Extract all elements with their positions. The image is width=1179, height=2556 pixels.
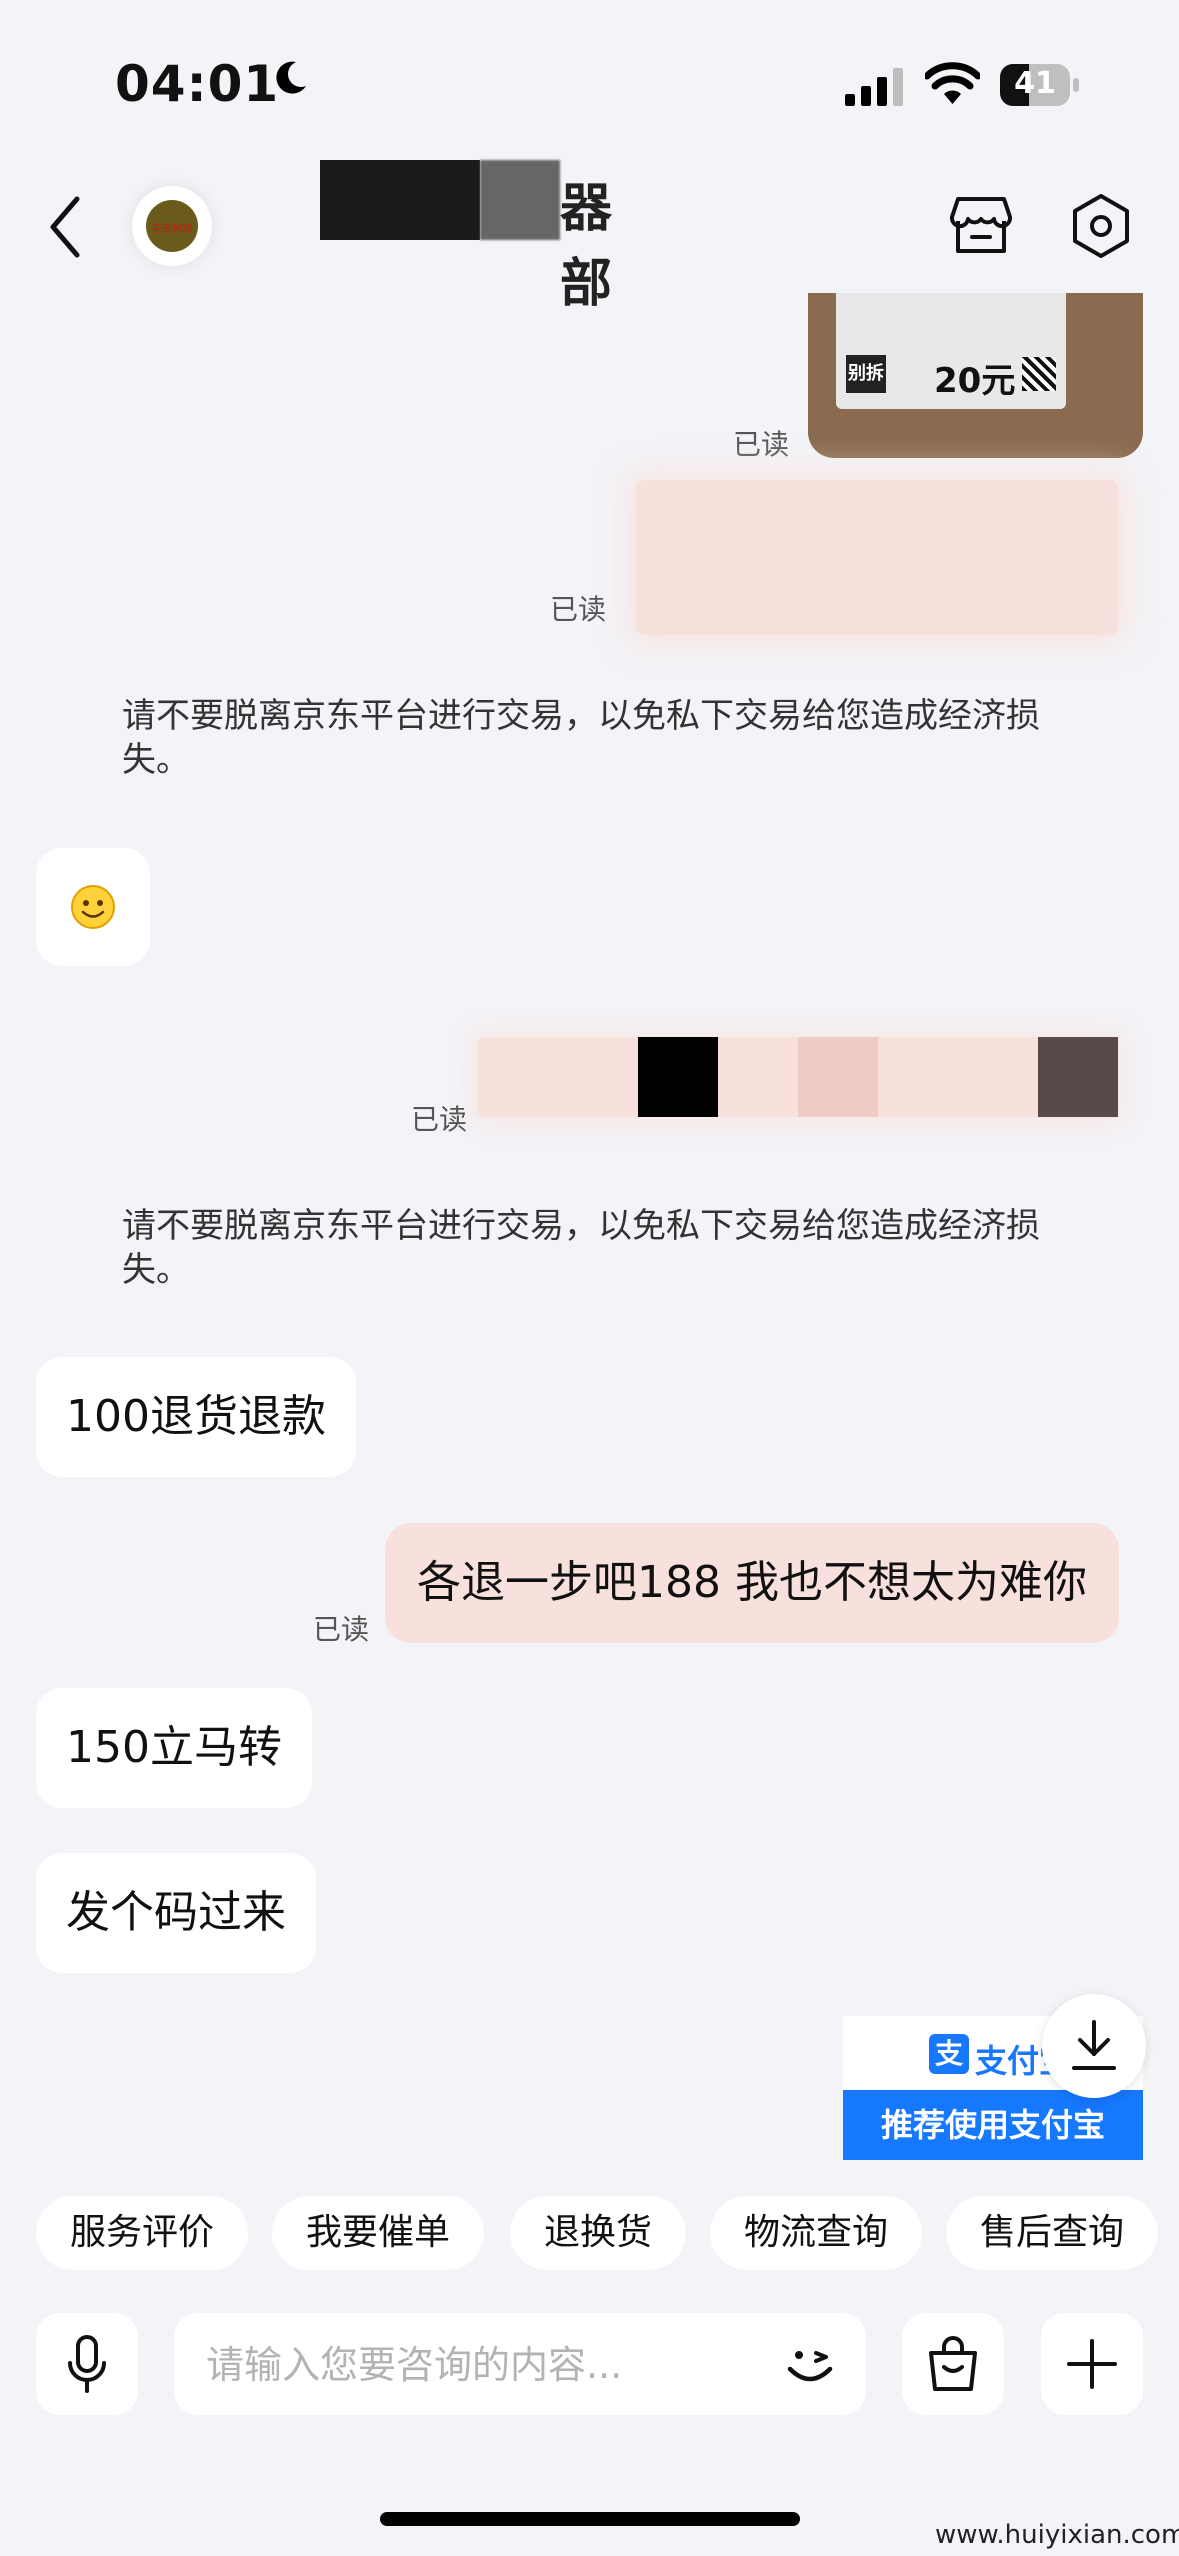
chip-urge-order[interactable]: 我要催单 (272, 2196, 484, 2270)
battery-indicator: 41 (1000, 64, 1080, 106)
chip-return-exchange[interactable]: 退换货 (510, 2196, 686, 2270)
chip-logistics[interactable]: 物流查询 (710, 2196, 922, 2270)
cellular-signal-icon (845, 68, 903, 106)
incoming-message: 发个码过来 (36, 1853, 316, 1973)
message-input[interactable] (204, 2313, 748, 2417)
chip-after-sales[interactable]: 售后查询 (946, 2196, 1158, 2270)
redaction-block (320, 160, 480, 240)
image-message[interactable]: 别拆 20元 (808, 293, 1143, 458)
wink-face-icon[interactable] (782, 2337, 838, 2393)
download-button[interactable] (1042, 1994, 1146, 2098)
shopping-bag-icon (929, 2336, 977, 2391)
download-icon (1072, 2020, 1116, 2070)
smile-emoji-icon (71, 885, 115, 929)
shop-avatar[interactable]: 花笼狗窝 (132, 186, 212, 266)
system-notice: 请不要脱离京东平台进行交易，以免私下交易给您造成经济损失。 (122, 1206, 1040, 1290)
image-price-text: 20元 (934, 361, 1016, 401)
image-tag: 别拆 (846, 355, 886, 393)
status-time: 04:01 (115, 55, 280, 113)
read-receipt: 已读 (733, 428, 790, 461)
microphone-icon (68, 2335, 106, 2393)
system-notice: 请不要脱离京东平台进行交易，以免私下交易给您造成经济损失。 (122, 696, 1040, 780)
alipay-logo-icon: 支 (929, 2034, 969, 2074)
redacted-message (636, 480, 1118, 635)
store-icon[interactable] (950, 195, 1012, 257)
watermark-text: www.huiyixian.com (935, 2520, 1179, 2550)
moon-icon (276, 61, 306, 94)
incoming-message: 150立马转 (36, 1688, 312, 1808)
shop-name: 器部 (320, 160, 640, 314)
incoming-message: 100退货退款 (36, 1357, 356, 1477)
plus-icon (1067, 2339, 1117, 2389)
settings-hexagon-icon[interactable] (1070, 193, 1132, 259)
chip-service-review[interactable]: 服务评价 (36, 2196, 248, 2270)
read-receipt: 已读 (550, 593, 607, 626)
avatar-logo-text: 花笼狗窝 (152, 224, 192, 235)
home-indicator[interactable] (380, 2512, 800, 2526)
redaction-block (480, 160, 560, 240)
read-receipt: 已读 (313, 1613, 370, 1646)
qr-code (1022, 357, 1056, 391)
battery-percent: 41 (1014, 66, 1056, 101)
back-chevron-icon[interactable] (45, 195, 85, 260)
voice-input-button[interactable] (36, 2313, 138, 2415)
redacted-message (478, 1037, 1118, 1117)
orders-button[interactable] (902, 2313, 1004, 2415)
outgoing-message: 各退一步吧188 我也不想太为难你 (385, 1523, 1119, 1643)
more-options-button[interactable] (1041, 2313, 1143, 2415)
message-input-box[interactable] (174, 2313, 866, 2417)
shop-name-suffix: 器部 (560, 179, 613, 314)
alipay-cta-button[interactable]: 推荐使用支付宝 (843, 2090, 1143, 2160)
emoji-message (36, 848, 150, 966)
wifi-icon (925, 62, 980, 104)
read-receipt: 已读 (411, 1103, 468, 1136)
